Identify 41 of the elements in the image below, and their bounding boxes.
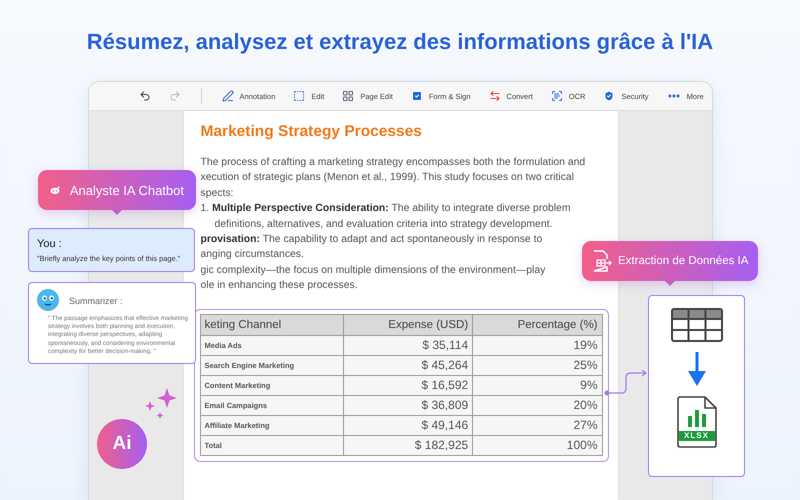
table-cell: 27%	[472, 415, 602, 436]
paragraph-line: gic complexity—the focus on multiple dimensions of the environment—play	[200, 264, 546, 278]
grid-icon	[342, 90, 354, 102]
undo-button[interactable]	[138, 90, 150, 102]
table-icon	[670, 308, 722, 342]
shield-icon	[603, 90, 616, 102]
paragraph-line: ole in enhancing these processes.	[200, 279, 358, 294]
table-cell: 9%	[472, 375, 602, 396]
scan-icon	[550, 90, 563, 102]
sender-label: Summarizer :	[69, 296, 124, 306]
paragraph-line: anging circumstances.	[200, 248, 304, 262]
paragraph-line: 1. Multiple Perspective Consideration: The ability to integrate diverse problem	[200, 202, 570, 216]
paragraph-line: spects:	[200, 186, 234, 201]
paragraph-line: xecution of strategic plans (Menon et al., 1999). This study focuses on two critical	[200, 171, 574, 186]
table-cell: $ 182,925	[343, 435, 473, 456]
down-arrow-icon	[688, 352, 706, 386]
swap-icon	[488, 90, 501, 102]
table-cell: 25%	[472, 355, 602, 376]
paragraph-line: definitions, alternatives, and evaluation criteria into strategy development.	[214, 218, 552, 232]
table-cell: 100%	[472, 435, 602, 456]
table-cell: $ 45,264	[343, 355, 473, 376]
table-header: Expense (USD)	[343, 314, 473, 336]
table-cell: $ 49,146	[343, 415, 473, 436]
table-cell: 20%	[472, 395, 602, 416]
avatar-icon	[37, 289, 59, 311]
sender-label: You :	[37, 238, 63, 250]
table-cell: $ 16,592	[343, 375, 473, 396]
document-title: Marketing Strategy Processes	[200, 123, 423, 142]
table-cell: $ 36,809	[343, 395, 473, 416]
pen-icon	[222, 90, 234, 102]
table-header: Percentage (%)	[472, 314, 602, 336]
table-cell: $ 35,114	[343, 335, 473, 356]
table-header: keting Channel	[200, 314, 344, 336]
table-cell: 19%	[472, 335, 602, 356]
headline: Résumez, analysez et extrayez des informations grâce à l'IA	[86, 28, 714, 56]
checkbox-icon	[410, 90, 423, 102]
paragraph-line: The process of crafting a marketing strategy encompasses both the formulation and	[200, 156, 586, 170]
paragraph-line: provisation: The capability to adapt and act spontaneously in response to	[200, 233, 542, 248]
spreadsheet-file-icon	[592, 250, 612, 272]
text-box-icon	[293, 90, 306, 102]
xlsx-file-icon: XLSX	[676, 396, 716, 448]
